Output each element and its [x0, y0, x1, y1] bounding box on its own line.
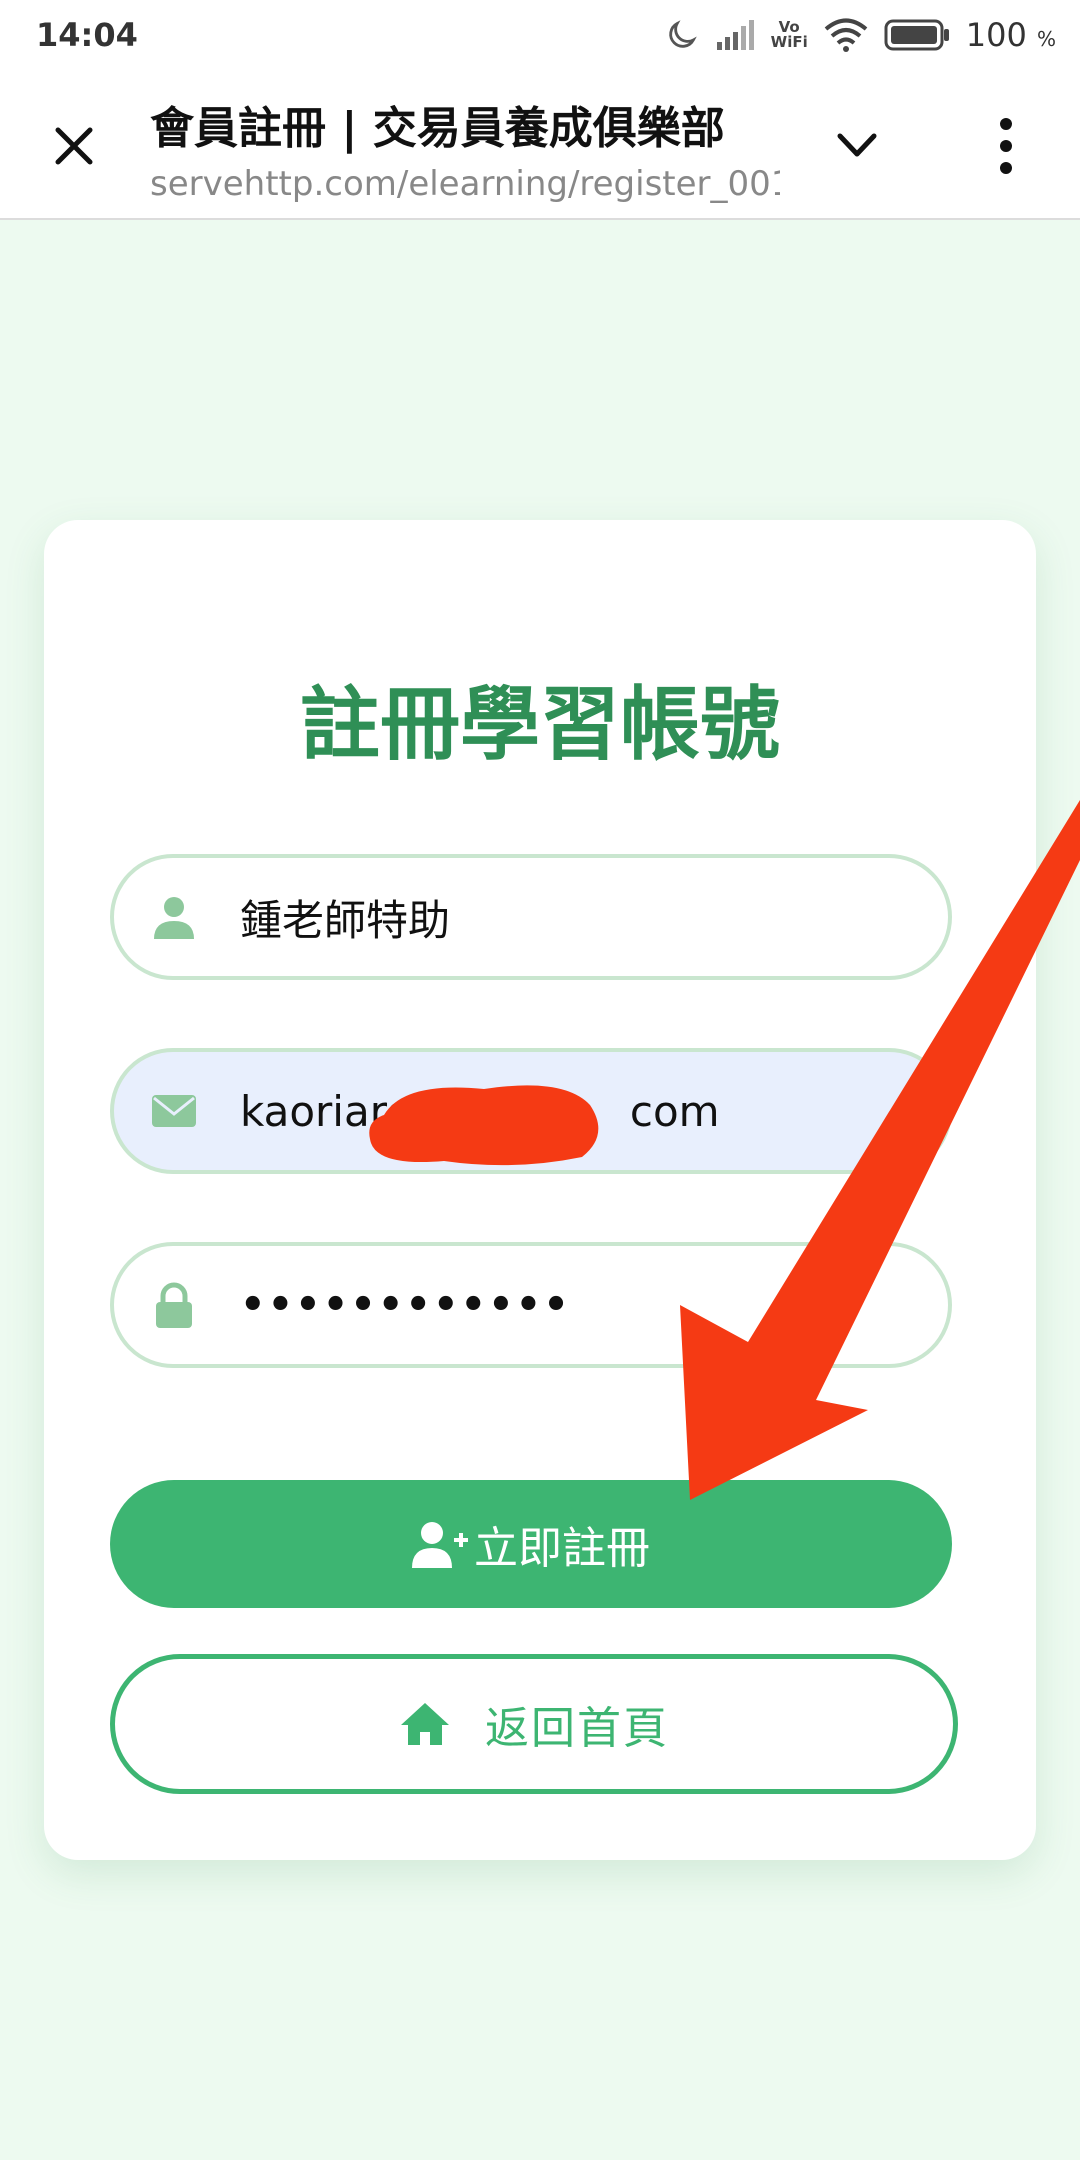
name-input[interactable]: 鍾老師特助	[240, 887, 450, 948]
user-plus-icon	[412, 1522, 468, 1568]
home-icon	[401, 1703, 449, 1745]
battery-unit: %	[1036, 27, 1056, 51]
battery-percent: 100	[965, 16, 1027, 54]
vowifi-icon: Vo WiFi	[771, 20, 808, 50]
moon-icon	[668, 20, 697, 48]
name-field[interactable]: 鍾老師特助	[110, 854, 952, 980]
battery-icon	[884, 19, 949, 51]
home-button-label: 返回首頁	[485, 1703, 669, 1754]
status-icons: Vo WiFi 100 %	[665, 16, 1056, 54]
register-heading: 註冊學習帳號	[300, 678, 780, 771]
more-vert-icon[interactable]	[990, 114, 1022, 178]
password-field[interactable]: ••••••••••••	[110, 1242, 952, 1368]
password-input[interactable]: ••••••••••••	[240, 1282, 571, 1328]
toolbar-titles: 會員註冊 | 交易員養成俱樂部 servehttp.com/elearning/…	[150, 92, 780, 204]
page-title: 會員註冊 | 交易員養成俱樂部	[150, 103, 725, 154]
status-time: 14:04	[36, 16, 138, 54]
battery-level: 100 %	[966, 16, 1056, 54]
email-suffix: com	[629, 1086, 720, 1136]
register-button[interactable]: 立即註冊	[110, 1480, 952, 1608]
home-button[interactable]: 返回首頁	[110, 1654, 958, 1794]
envelope-icon	[152, 1095, 196, 1127]
chevron-down-icon[interactable]	[832, 120, 882, 170]
signal-icon	[716, 20, 754, 50]
vowifi-bottom: WiFi	[770, 33, 808, 51]
wifi-icon	[824, 18, 868, 52]
register-button-label: 立即註冊	[474, 1523, 650, 1574]
lock-icon	[156, 1282, 192, 1328]
close-icon[interactable]	[50, 122, 98, 170]
status-bar: 14:04 Vo WiFi 100 %	[0, 0, 1080, 70]
register-card: 註冊學習帳號 鍾老師特助 kaoriare com •••••••••••• 立即…	[44, 520, 1036, 1860]
browser-toolbar: 會員註冊 | 交易員養成俱樂部 servehttp.com/elearning/…	[0, 70, 1080, 220]
page-url[interactable]: servehttp.com/elearning/register_001.ph	[150, 164, 780, 204]
redaction-scribble	[369, 1085, 599, 1166]
user-icon	[154, 897, 194, 939]
